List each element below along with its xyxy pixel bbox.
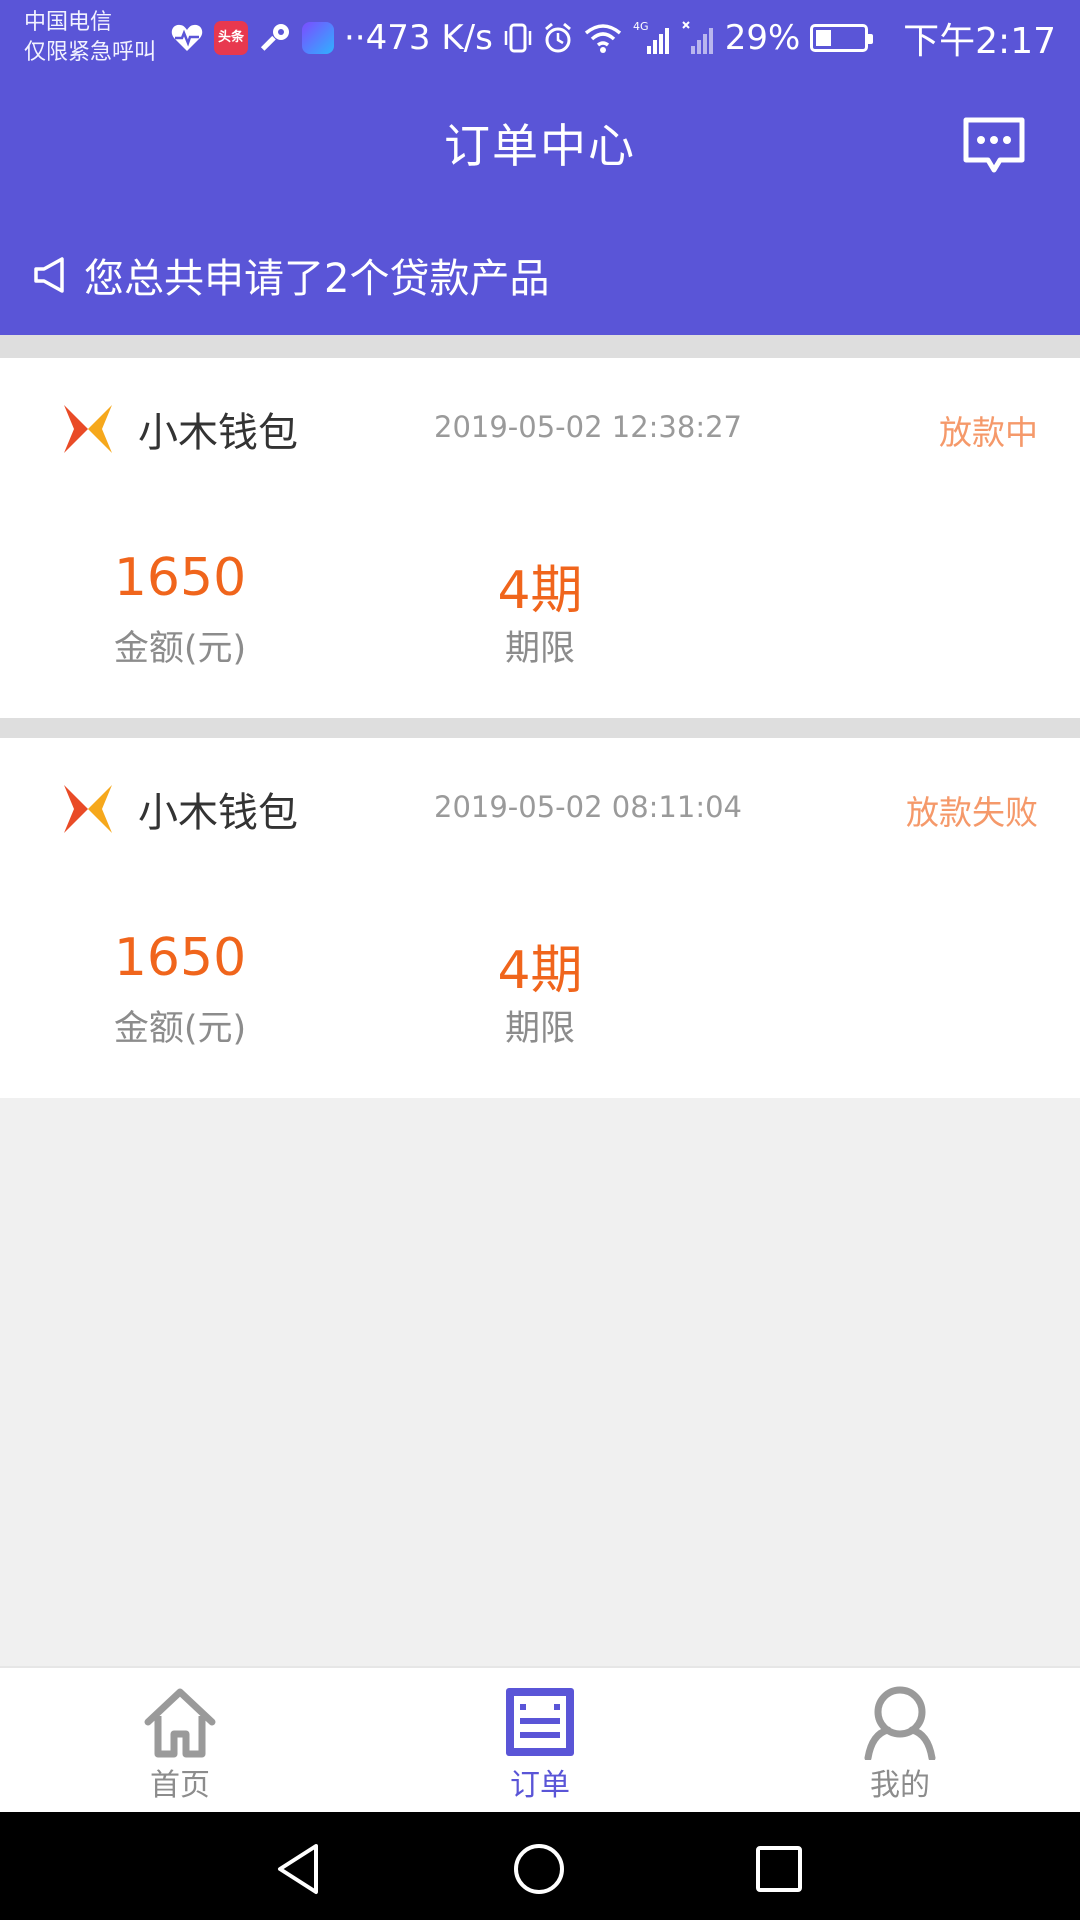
product-name: 小木钱包 xyxy=(138,410,298,456)
product-logo-icon xyxy=(64,405,112,453)
message-icon[interactable] xyxy=(962,116,1026,174)
network-type-label: 4G xyxy=(633,20,649,33)
back-icon[interactable] xyxy=(272,1842,326,1896)
tab-profile[interactable]: 我的 xyxy=(720,1668,1080,1814)
vibrate-icon xyxy=(504,23,532,53)
tab-home-label: 首页 xyxy=(150,1768,210,1803)
loan-amount-label: 金额(元) xyxy=(113,629,247,669)
bottom-tab-bar: 首页 订单 我的 xyxy=(0,1666,1080,1812)
video-app-icon xyxy=(302,22,334,54)
tab-orders[interactable]: 订单 xyxy=(360,1668,720,1814)
order-time: 2019-05-02 08:11:04 xyxy=(434,790,742,824)
order-card[interactable]: 小木钱包 2019-05-02 12:38:27 放款中 1650 金额(元) … xyxy=(0,358,1080,718)
divider xyxy=(0,718,1080,738)
order-center-screen: 中国电信 仅限紧急呼叫 头条 ··473 K/s 4G 29% 下午2:17 订… xyxy=(0,0,1080,1920)
signal-icon: 4G xyxy=(633,20,669,54)
home-circle-icon[interactable] xyxy=(512,1842,566,1896)
system-nav-bar xyxy=(0,1812,1080,1920)
alarm-icon xyxy=(544,22,571,53)
battery-icon xyxy=(810,24,874,52)
order-status: 放款失败 xyxy=(906,793,1038,832)
status-icons: 头条 ··473 K/s 4G 29% xyxy=(170,14,874,62)
product-logo-icon xyxy=(64,785,112,833)
loan-term-label: 期限 xyxy=(504,1009,575,1049)
battery-percent: 29% xyxy=(724,18,801,58)
notice-bar: 您总共申请了2个贷款产品 xyxy=(32,248,549,302)
emergency-only-text: 仅限紧急呼叫 xyxy=(24,40,157,65)
carrier-info: 中国电信 仅限紧急呼叫 xyxy=(24,8,156,68)
net-speed: ··473 K/s xyxy=(344,18,493,58)
tab-orders-label: 订单 xyxy=(510,1768,570,1803)
tab-home[interactable]: 首页 xyxy=(0,1668,360,1814)
orders-icon xyxy=(506,1688,574,1756)
carrier-name: 中国电信 xyxy=(24,10,113,35)
recent-apps-icon[interactable] xyxy=(752,1842,806,1896)
megaphone-icon xyxy=(34,257,64,293)
order-time: 2019-05-02 12:38:27 xyxy=(434,410,742,444)
loan-term: 4期 xyxy=(497,941,583,1001)
page-title: 订单中心 xyxy=(444,119,636,173)
signal-no-sim-icon xyxy=(682,21,713,54)
divider xyxy=(0,335,1080,358)
profile-icon xyxy=(864,1686,936,1760)
heart-monitor-icon xyxy=(171,24,203,51)
loan-term-label: 期限 xyxy=(504,629,575,669)
loan-amount-label: 金额(元) xyxy=(113,1009,247,1049)
status-bar: 中国电信 仅限紧急呼叫 头条 ··473 K/s 4G 29% 下午2:17 xyxy=(0,0,1080,76)
product-name: 小木钱包 xyxy=(138,790,298,836)
notice-text: 您总共申请了2个贷款产品 xyxy=(84,256,550,302)
home-icon xyxy=(144,1688,216,1758)
key-icon xyxy=(260,24,289,51)
wifi-icon xyxy=(584,24,621,53)
loan-term: 4期 xyxy=(497,561,583,621)
order-card[interactable]: 小木钱包 2019-05-02 08:11:04 放款失败 1650 金额(元)… xyxy=(0,738,1080,1098)
header: 中国电信 仅限紧急呼叫 头条 ··473 K/s 4G 29% 下午2:17 订… xyxy=(0,0,1080,335)
order-status: 放款中 xyxy=(939,413,1038,452)
tab-profile-label: 我的 xyxy=(870,1768,930,1803)
status-time: 下午2:17 xyxy=(903,21,1056,62)
toutiao-app-icon: 头条 xyxy=(214,21,248,55)
loan-amount: 1650 xyxy=(113,548,247,608)
loan-amount: 1650 xyxy=(113,928,247,988)
